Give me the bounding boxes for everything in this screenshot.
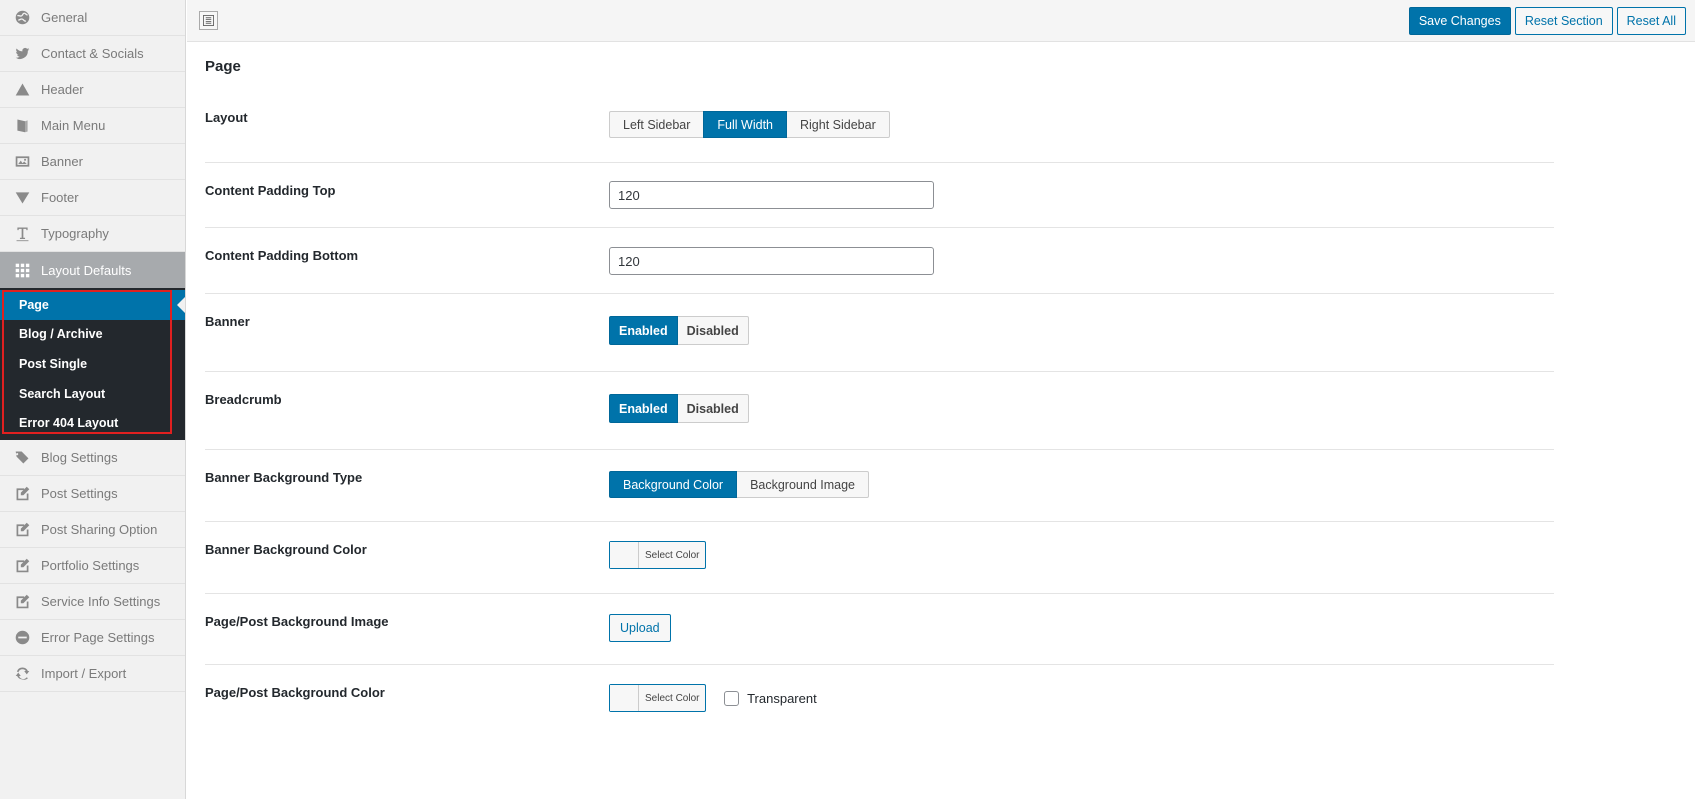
sidebar-item-main-menu[interactable]: Main Menu xyxy=(0,108,185,144)
sidebar-item-footer[interactable]: Footer xyxy=(0,180,185,216)
breadcrumb-disabled-option[interactable]: Disabled xyxy=(676,394,749,423)
select-color-label: Select Color xyxy=(645,692,700,704)
edit-icon xyxy=(12,555,32,575)
layout-full-width-option[interactable]: Full Width xyxy=(703,111,787,138)
banner-color-picker[interactable]: Select Color xyxy=(609,541,707,569)
sidebar-item-label: Post Sharing Option xyxy=(41,521,158,537)
sidebar-item-blog-settings[interactable]: Blog Settings xyxy=(0,440,185,476)
transparent-checkbox-label[interactable]: Transparent xyxy=(724,684,817,712)
field-label: Page/Post Background Image xyxy=(205,614,389,629)
field-label: Content Padding Bottom xyxy=(205,248,359,263)
sidebar-item-service-info[interactable]: Service Info Settings xyxy=(0,584,185,620)
submenu-item-post-single[interactable]: Post Single xyxy=(0,349,185,379)
sidebar-item-label: Typography xyxy=(41,226,109,241)
reset-section-button[interactable]: Reset Section xyxy=(1514,7,1613,35)
triangle-up-icon xyxy=(12,80,32,100)
book-icon xyxy=(12,116,32,136)
bg-image-row: Page/Post Background Image Upload xyxy=(205,594,1554,665)
select-color-label: Select Color xyxy=(645,549,700,561)
edit-icon xyxy=(12,519,32,539)
sidebar-item-error-page[interactable]: Error Page Settings xyxy=(0,620,185,656)
color-swatch xyxy=(610,542,639,568)
sidebar-item-label: General xyxy=(41,10,88,25)
bg-color-row: Page/Post Background Color Select Color … xyxy=(205,665,1554,745)
bg-type-color-option[interactable]: Background Color xyxy=(609,471,738,498)
sidebar-item-contact-socials[interactable]: Contact & Socials xyxy=(0,36,185,72)
upload-button[interactable]: Upload xyxy=(609,614,671,642)
sidebar-item-import-export[interactable]: Import / Export xyxy=(0,656,185,692)
sidebar-item-general[interactable]: General xyxy=(0,0,185,36)
sidebar-item-label: Service Info Settings xyxy=(41,593,161,609)
sidebar-item-post-settings[interactable]: Post Settings xyxy=(0,476,185,512)
field-label: Page/Post Background Color xyxy=(205,685,385,700)
expand-options-button[interactable] xyxy=(199,11,218,30)
grid-icon xyxy=(12,260,32,280)
page-color-picker[interactable]: Select Color xyxy=(609,684,707,712)
edit-icon xyxy=(12,591,32,611)
edit-icon xyxy=(12,483,32,503)
sidebar-item-portfolio-settings[interactable]: Portfolio Settings xyxy=(0,548,185,584)
field-label: Banner Background Color xyxy=(205,542,367,557)
field-label: Banner xyxy=(205,314,250,329)
breadcrumb-row: Breadcrumb Enabled Disabled xyxy=(205,372,1554,450)
image-icon xyxy=(12,152,32,172)
reset-all-button[interactable]: Reset All xyxy=(1616,7,1686,35)
sidebar-item-banner[interactable]: Banner xyxy=(0,144,185,180)
field-label: Layout xyxy=(205,110,248,125)
breadcrumb-enabled-option[interactable]: Enabled xyxy=(609,394,678,423)
submenu-item-search-layout[interactable]: Search Layout xyxy=(0,379,185,409)
sidebar-item-label: Portfolio Settings xyxy=(41,557,140,573)
options-toolbar: Save Changes Reset Section Reset All xyxy=(187,0,1695,42)
sidebar-item-label: Error Page Settings xyxy=(41,629,155,645)
list-icon xyxy=(203,15,214,26)
field-label: Breadcrumb xyxy=(205,392,282,407)
sidebar-item-label: Header xyxy=(41,82,84,97)
sidebar-item-layout-defaults[interactable]: Layout Defaults xyxy=(0,252,185,288)
transparent-checkbox[interactable] xyxy=(724,690,740,706)
sidebar-item-label: Footer xyxy=(41,190,79,205)
twitter-icon xyxy=(12,44,32,64)
color-swatch xyxy=(610,685,639,711)
layout-right-sidebar-option[interactable]: Right Sidebar xyxy=(786,111,890,138)
sidebar-item-label: Banner xyxy=(41,154,83,169)
sidebar-item-header[interactable]: Header xyxy=(0,72,185,108)
field-label: Content Padding Top xyxy=(205,183,336,198)
sidebar-item-label: Layout Defaults xyxy=(41,262,132,278)
submenu-item-error-404-layout[interactable]: Error 404 Layout xyxy=(0,408,185,438)
banner-enabled-option[interactable]: Enabled xyxy=(609,316,678,345)
sidebar-item-label: Post Settings xyxy=(41,485,118,501)
banner-bg-color-row: Banner Background Color Select Color xyxy=(205,522,1554,594)
sidebar-item-label: Blog Settings xyxy=(41,449,118,465)
field-label: Banner Background Type xyxy=(205,470,363,485)
triangle-down-icon xyxy=(12,188,32,208)
tags-icon xyxy=(12,447,32,467)
save-changes-button[interactable]: Save Changes xyxy=(1408,7,1511,35)
sidebar-item-post-sharing[interactable]: Post Sharing Option xyxy=(0,512,185,548)
sidebar-item-label: Import / Export xyxy=(41,665,127,681)
refresh-icon xyxy=(12,663,32,683)
layout-left-sidebar-option[interactable]: Left Sidebar xyxy=(609,111,705,138)
layout-defaults-submenu: Page Blog / Archive Post Single Search L… xyxy=(0,288,185,440)
banner-disabled-option[interactable]: Disabled xyxy=(676,316,749,345)
checkbox-text: Transparent xyxy=(747,690,817,706)
text-icon xyxy=(12,224,32,244)
banner-row: Banner Enabled Disabled xyxy=(205,294,1554,372)
banner-bg-type-row: Banner Background Type Background Color … xyxy=(205,450,1554,522)
layout-row: Layout Left Sidebar Full Width Right Sid… xyxy=(205,88,1554,163)
submenu-item-page[interactable]: Page xyxy=(0,290,185,320)
submenu-item-blog-archive[interactable]: Blog / Archive xyxy=(0,320,185,350)
sidebar-item-typography[interactable]: Typography xyxy=(0,216,185,252)
sidebar-item-label: Contact & Socials xyxy=(41,46,144,61)
bg-type-image-option[interactable]: Background Image xyxy=(736,471,869,498)
section-title: Page xyxy=(205,58,241,75)
padding-top-input[interactable] xyxy=(609,181,934,209)
options-sidebar: General Contact & Socials Header Main Me… xyxy=(0,0,186,799)
globe-icon xyxy=(12,8,32,28)
padding-bottom-row: Content Padding Bottom xyxy=(205,228,1554,294)
sidebar-item-label: Main Menu xyxy=(41,118,106,133)
padding-bottom-input[interactable] xyxy=(609,247,934,275)
minus-circle-icon xyxy=(12,627,32,647)
padding-top-row: Content Padding Top xyxy=(205,163,1554,228)
